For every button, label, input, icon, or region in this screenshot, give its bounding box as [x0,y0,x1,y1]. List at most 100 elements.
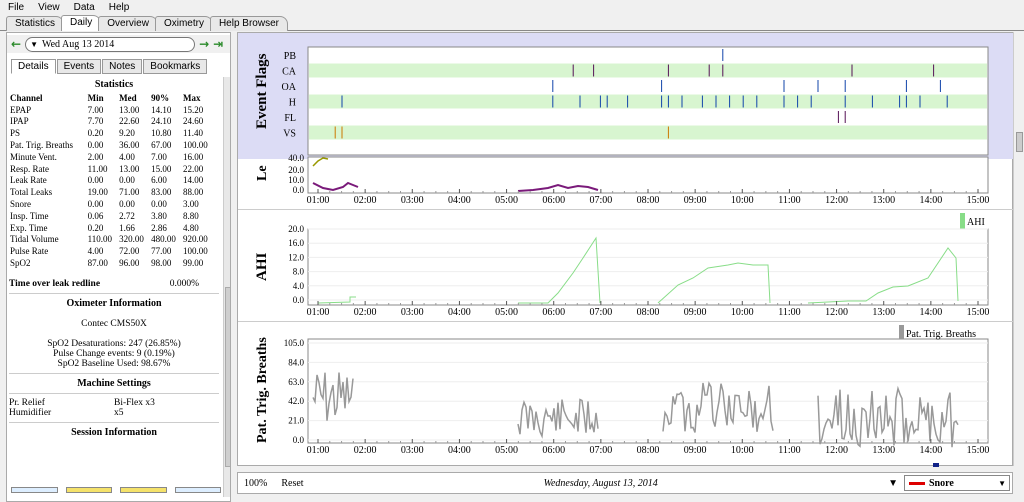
graph-scrollbar[interactable] [1013,32,1024,466]
ahi-y-tick: 8.0 [293,267,305,277]
date-picker[interactable]: ▼ Wed Aug 13 2014 [25,36,196,52]
time-tick-label: 15:00 [967,195,990,206]
leak-y-tick: 20.0 [288,165,304,175]
setting-row: Humidifier x5 [9,408,219,418]
menu-view[interactable]: View [38,2,60,13]
statistics-row: Snore 0.00 0.00 0.00 3.00 [9,198,214,210]
tab-statistics[interactable]: Statistics [6,16,65,31]
ptb-title: Pat. Trig. Breaths [255,337,270,443]
channel-select[interactable]: Snore ▼ [904,475,1010,491]
status-bar: 100% Reset Wednesday, August 13, 2014 ▼ … [237,472,1013,494]
menu-file[interactable]: File [8,2,24,13]
statistics-cell: 14.10 [151,104,172,115]
graph-area: PB CA OA H FL VS Event Flags Le 40.0 20.0 10.0 0.0 0… [237,32,1014,467]
statistics-cell: 0.20 [87,128,104,139]
statistics-cell: 0.20 [87,222,104,233]
time-tick-label: 10:00 [731,445,754,456]
statistics-cell: EPAP [10,104,32,115]
time-tick-label: 01:00 [307,307,330,318]
tab-daily[interactable]: Daily [61,15,102,31]
time-tick-label: 11:00 [778,445,800,456]
statistics-cell: 13.00 [119,163,140,174]
machine-settings-title: Machine Settings [77,377,151,389]
ptb-plot [307,338,989,444]
ahi-title: AHI [254,253,270,282]
time-tick-label: 05:00 [495,307,518,318]
date-navigator: ← ▼ Wed Aug 13 2014 → ⇥ [7,35,230,53]
time-tick-label: 13:00 [872,445,895,456]
last-day-icon[interactable]: ⇥ [213,37,223,51]
scroll-thumb[interactable] [225,287,230,467]
time-tick-label: 05:00 [495,445,518,456]
statistics-header-row: Channel Min Med 90% Max [9,92,214,104]
session-slot[interactable] [11,487,58,493]
session-slot[interactable] [120,487,167,493]
left-panel: ← ▼ Wed Aug 13 2014 → ⇥ Details Events N… [6,32,231,502]
snore-color-swatch [909,481,925,485]
time-tick-label: 11:00 [778,307,800,318]
statistics-cell: 15.00 [151,163,172,174]
time-tick-label: 07:00 [589,195,612,206]
statistics-cell: Minute Vent. [10,151,57,162]
statistics-row: IPAP 7.70 22.60 24.10 24.60 [9,116,214,128]
tab-events[interactable]: Events [56,59,102,74]
statistics-cell: Insp. Time [10,210,49,221]
menu-help[interactable]: Help [109,2,130,13]
time-tick-label: 03:00 [401,445,424,456]
statistics-cell: 15.20 [183,104,204,115]
statistics-cell: 24.60 [183,116,204,127]
time-tick-label: 03:00 [401,307,424,318]
tab-oximetry[interactable]: Oximetry [154,16,213,31]
statistics-cell: 24.10 [151,116,172,127]
next-day-icon[interactable]: → [199,37,209,51]
menu-bar: File View Data Help [0,0,1024,15]
flag-stripe [309,125,987,140]
menu-data[interactable]: Data [74,2,95,13]
time-tick-label: 15:00 [967,307,990,318]
col-min: Min [87,92,104,103]
time-tick-label: 12:00 [825,307,848,318]
leak-title: Le [255,165,270,181]
layout-dropdown-icon[interactable]: ▼ [888,478,898,489]
prev-day-icon[interactable]: ← [11,37,21,51]
ptb-y-tick: 105.0 [284,338,305,348]
statistics-cell: 36.00 [119,140,140,151]
statistics-cell: Total Leaks [10,187,53,198]
session-slot[interactable] [65,487,112,493]
left-scrollbar[interactable] [223,77,230,497]
time-tick-label: 04:00 [448,307,471,318]
ptb-y-tick: 84.0 [288,357,304,367]
time-tick-label: 08:00 [637,307,660,318]
statistics-cell: 4.00 [87,246,104,257]
time-tick-label: 13:00 [872,307,895,318]
flag-row-label: PB [284,51,297,62]
setting-label: Humidifier [9,407,52,418]
tab-notes[interactable]: Notes [102,59,143,74]
scroll-thumb[interactable] [1016,132,1023,152]
divider [9,392,219,394]
statistics-row: Pulse Rate 4.00 72.00 77.00 100.00 [9,245,214,257]
oximeter-title: Oximeter Information [66,297,162,309]
panel-divider [238,321,1014,322]
divider [9,421,219,423]
time-tick-label: 04:00 [448,195,471,206]
statistics-cell: Snore [10,199,31,210]
time-tick-label: 12:00 [825,195,848,206]
statistics-cell: 8.80 [183,210,199,221]
statistics-cell: 7.00 [151,151,167,162]
time-tick-label: 02:00 [354,445,377,456]
setting-value: Bi-Flex x3 [114,397,155,408]
statistics-cell: 9.20 [119,128,135,139]
statistics-cell: 100.00 [183,140,208,151]
reset-button[interactable]: Reset [281,478,303,489]
time-tick-label: 15:00 [967,445,990,456]
oximeter-device: Contec CMS50X [81,318,147,329]
tab-overview[interactable]: Overview [98,16,158,31]
tab-details[interactable]: Details [11,59,56,74]
tab-bookmarks[interactable]: Bookmarks [143,59,208,74]
statistics-row: EPAP 7.00 13.00 14.10 15.20 [9,104,214,116]
ptb-legend-swatch [899,325,904,339]
tab-help-browser[interactable]: Help Browser [209,16,288,31]
session-slot[interactable] [174,487,221,493]
statistics-cell: 72.00 [119,246,140,257]
